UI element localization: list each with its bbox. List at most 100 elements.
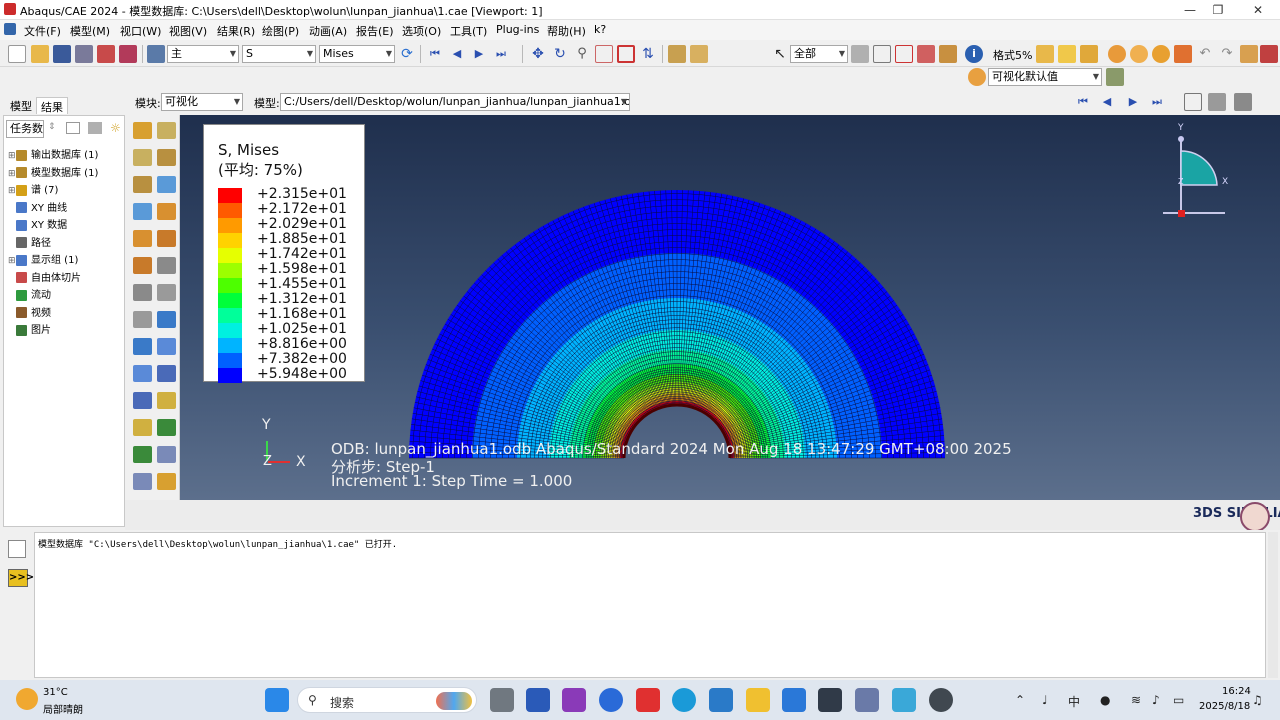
toolbox-tool-icon[interactable] <box>133 392 152 409</box>
toolbox-tool-icon[interactable] <box>133 203 152 220</box>
viewport-first-icon[interactable]: ⏮ <box>1074 93 1092 111</box>
filter-icon[interactable] <box>66 122 80 134</box>
ime-indicator[interactable]: 中 <box>1068 693 1080 710</box>
browser-icon[interactable] <box>599 688 623 712</box>
toolbox-tool-icon[interactable] <box>157 230 176 247</box>
file-explorer-icon[interactable] <box>746 688 770 712</box>
toolbox-tool-icon[interactable] <box>157 284 176 301</box>
viewport[interactable]: S, Mises (平均: 75%) +2.315e+01 +2.172e+01 +… <box>180 115 1280 500</box>
toolbox-tool-icon[interactable] <box>133 446 152 463</box>
iso-view-icon[interactable] <box>1036 45 1054 63</box>
field-output-step-icon[interactable] <box>668 45 686 63</box>
save-icon[interactable] <box>53 45 71 63</box>
tree-item[interactable]: ⊞ 谱 (7) <box>8 181 58 198</box>
menu-help[interactable]: 帮助(H) <box>547 23 586 39</box>
selection-options-icon[interactable] <box>851 45 869 63</box>
next-frame-icon[interactable]: ▶ <box>470 45 488 63</box>
toolbox-tool-icon[interactable] <box>133 257 152 274</box>
toolbox-tool-icon[interactable] <box>133 419 152 436</box>
menu-results[interactable]: 结果(R) <box>217 23 255 39</box>
render-shaded-icon[interactable] <box>1108 45 1126 63</box>
tree-item[interactable]: ⊞ 显示组 (1) <box>8 251 78 268</box>
odb-save-icon[interactable] <box>119 45 137 63</box>
chevron-up-icon[interactable]: ⌃ <box>1015 693 1025 707</box>
rotate-icon[interactable]: ↻ <box>551 45 569 63</box>
tree-item[interactable]: XY 数据 <box>8 216 67 233</box>
cycle-views-icon[interactable]: ⇅ <box>639 45 657 63</box>
toolbox-tool-icon[interactable] <box>157 257 176 274</box>
toolbox-tool-icon[interactable] <box>133 149 152 166</box>
viewport-tool-icon[interactable] <box>1260 45 1278 63</box>
toolbox-tool-icon[interactable] <box>133 230 152 247</box>
menu-file[interactable]: 文件(F) <box>24 23 61 39</box>
system-menu-icon[interactable] <box>4 23 16 35</box>
toolbox-tool-icon[interactable] <box>157 473 176 490</box>
select-cursor-icon[interactable]: ↖ <box>771 45 789 63</box>
front-view-icon[interactable] <box>1058 45 1076 63</box>
message-box[interactable]: 模型数据库 "C:\Users\dell\Desktop\wolun\lunpa… <box>34 532 1266 678</box>
toolbox-tool-icon[interactable] <box>157 311 176 328</box>
display-defaults-select[interactable]: 可视化默认值 ▼ <box>988 68 1102 86</box>
auto-fit-icon[interactable] <box>617 45 635 63</box>
expand-plus-icon[interactable]: ⊞ <box>8 186 16 196</box>
microphone-icon[interactable]: ♩ <box>1042 693 1048 707</box>
tree-icon[interactable] <box>1240 45 1258 63</box>
tree-item[interactable]: ⊞ 模型数据库 (1) <box>8 164 98 181</box>
battery-icon[interactable]: ▭ <box>1173 693 1184 707</box>
task-view-icon[interactable] <box>490 688 514 712</box>
remove-selected-icon[interactable] <box>917 45 935 63</box>
format-label[interactable]: 格式5% <box>993 47 1032 63</box>
display-options-icon[interactable] <box>1106 68 1124 86</box>
menu-animate[interactable]: 动画(A) <box>309 23 347 39</box>
open-folder-icon[interactable] <box>31 45 49 63</box>
first-frame-icon[interactable]: ⏮ <box>426 45 444 63</box>
odb-open-icon[interactable] <box>97 45 115 63</box>
module-select[interactable]: 可视化 ▼ <box>161 93 243 111</box>
menu-model[interactable]: 模型(M) <box>70 23 110 39</box>
assistant-avatar[interactable] <box>1240 502 1270 532</box>
tab-results[interactable]: 结果 <box>36 97 68 114</box>
render-wireframe-icon[interactable] <box>1152 45 1170 63</box>
word-icon[interactable] <box>526 688 550 712</box>
back-view-icon[interactable] <box>1080 45 1098 63</box>
minimize-button[interactable]: — <box>1178 2 1202 18</box>
print-icon[interactable] <box>75 45 93 63</box>
camera-icon[interactable] <box>1208 93 1226 111</box>
toolbox-tool-icon[interactable] <box>157 203 176 220</box>
pan-icon[interactable]: ✥ <box>529 45 547 63</box>
tree-item[interactable]: 视频 <box>8 304 51 321</box>
menu-options[interactable]: 选项(O) <box>402 23 441 39</box>
show-all-icon[interactable] <box>939 45 957 63</box>
toolbox-tool-icon[interactable] <box>133 284 152 301</box>
toolbox-tool-icon[interactable] <box>133 122 152 139</box>
field-output-select[interactable]: S ▼ <box>242 45 316 63</box>
tree-item[interactable]: ⊞ 输出数据库 (1) <box>8 146 98 163</box>
palette-icon[interactable] <box>968 68 986 86</box>
tree-item[interactable]: 路径 <box>8 234 51 251</box>
notification-bell-icon[interactable]: ♫ <box>1252 693 1263 707</box>
copilot-icon[interactable]: ● <box>1100 693 1110 707</box>
info-icon[interactable]: i <box>965 45 983 63</box>
wps-icon[interactable] <box>636 688 660 712</box>
primary-variable-select[interactable]: 主 ▼ <box>167 45 239 63</box>
toolbox-tool-icon[interactable] <box>157 338 176 355</box>
toolbox-tool-icon[interactable] <box>133 311 152 328</box>
tree-item[interactable]: 自由体切片 <box>8 269 81 286</box>
toolbox-tool-icon[interactable] <box>157 392 176 409</box>
new-file-icon[interactable] <box>8 45 26 63</box>
selection-filter-select[interactable]: 全部 ▼ <box>790 45 848 63</box>
taskbar-search-box[interactable]: ⚲ 搜索 <box>297 687 477 713</box>
select-region-icon[interactable] <box>895 45 913 63</box>
vscode-icon[interactable] <box>782 688 806 712</box>
edge-icon[interactable] <box>672 688 696 712</box>
context-help-button[interactable]: k? <box>594 23 606 36</box>
viewport-last-icon[interactable]: ⏭ <box>1148 93 1166 111</box>
redo-icon[interactable]: ↷ <box>1218 45 1236 63</box>
menu-viewport[interactable]: 视口(W) <box>120 23 161 39</box>
step-frame-icon[interactable] <box>690 45 708 63</box>
restore-button[interactable]: ❐ <box>1206 2 1230 18</box>
speaker-icon[interactable]: ♪ <box>1152 693 1160 707</box>
menu-plugins[interactable]: Plug-ins <box>496 23 539 36</box>
abaqus-taskbar-icon[interactable] <box>855 688 879 712</box>
last-frame-icon[interactable]: ⏭ <box>492 45 510 63</box>
